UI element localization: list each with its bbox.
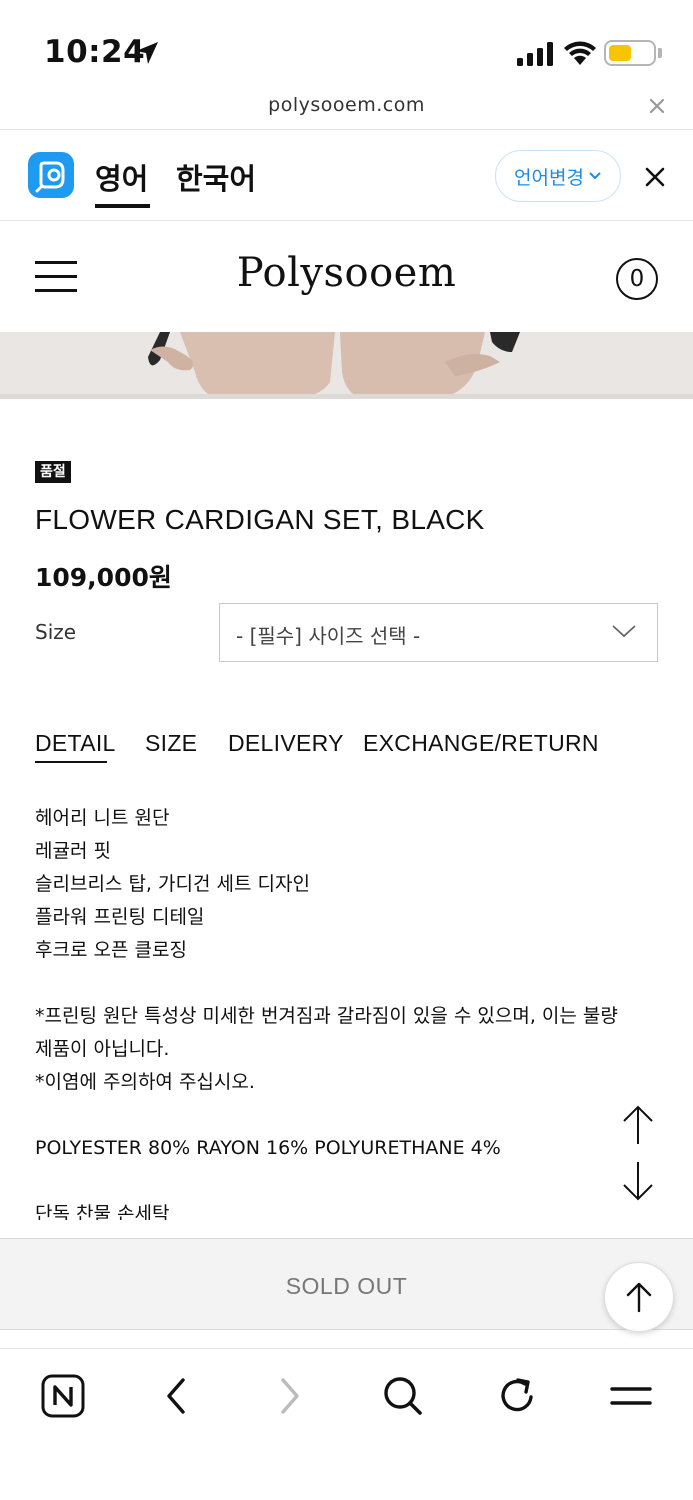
tab-detail[interactable]: DETAIL (35, 730, 116, 757)
soldout-badge: 품절 (35, 461, 71, 483)
detail-line: 레귤러 핏 (35, 840, 111, 862)
brand-logo[interactable]: Polysooem (0, 250, 693, 296)
cellular-signal-icon (517, 42, 553, 66)
tab-exchange-return[interactable]: EXCHANGE/RETURN (363, 730, 599, 757)
detail-line (35, 1099, 655, 1132)
detail-line: 슬리브리스 탑, 가디건 세트 디자인 (35, 873, 310, 895)
size-label: Size (35, 620, 77, 644)
detail-line: *프린팅 원단 특성상 미세한 번겨짐과 갈라짐이 있을 수 있으며, 이는 불… (35, 1005, 618, 1027)
wifi-icon (564, 41, 596, 65)
cart-count: 0 (629, 266, 645, 292)
product-price: 109,000원 (35, 563, 172, 592)
tab-english-underline (95, 204, 150, 208)
detail-line: 플라워 프린팅 디테일 (35, 906, 205, 928)
detail-line (35, 1165, 655, 1198)
forward-icon[interactable] (265, 1371, 315, 1421)
scroll-up-arrow-icon[interactable] (620, 1104, 656, 1146)
close-icon[interactable] (644, 166, 666, 188)
status-bar: 10:24 (0, 0, 693, 90)
translate-bar: 영어 한국어 언어변경 (0, 130, 693, 221)
search-icon[interactable] (378, 1371, 428, 1421)
naver-home-icon[interactable] (38, 1371, 88, 1421)
tab-size[interactable]: SIZE (145, 730, 197, 757)
change-language-label: 언어변경 (514, 166, 584, 189)
detail-line (35, 967, 655, 1000)
change-language-button[interactable]: 언어변경 (495, 150, 621, 202)
detail-line: *이염에 주의하여 주십시오. (35, 1071, 255, 1093)
url-bar[interactable]: polysooem.com (0, 90, 693, 130)
detail-line: 제품이 아닙니다. (35, 1038, 170, 1060)
cart-button[interactable]: 0 (616, 258, 658, 300)
browser-toolbar (0, 1348, 693, 1500)
scroll-down-arrow-icon[interactable] (620, 1160, 656, 1202)
chevron-down-icon (589, 172, 601, 180)
chevron-down-icon (612, 625, 636, 638)
battery-icon (604, 40, 656, 66)
scroll-to-top-button[interactable] (604, 1262, 674, 1332)
tab-active-indicator (35, 761, 107, 763)
menu-icon[interactable] (606, 1371, 656, 1421)
soldout-button[interactable]: SOLD OUT (0, 1238, 693, 1330)
detail-line: 헤어리 니트 원단 (35, 807, 170, 829)
detail-content: 헤어리 니트 원단 레귤러 핏 슬리브리스 탑, 가디건 세트 디자인 플라워 … (35, 802, 655, 1220)
close-icon[interactable] (647, 96, 667, 116)
detail-line: 단독 찬물 손세탁 (35, 1203, 170, 1220)
size-select-value: - [필수] 사이즈 선택 - (236, 624, 421, 648)
tab-korean[interactable]: 한국어 (176, 156, 256, 198)
detail-line: 후크로 오픈 클로징 (35, 939, 187, 961)
reload-icon[interactable] (492, 1371, 542, 1421)
arrow-up-icon (626, 1282, 652, 1313)
back-icon[interactable] (151, 1371, 201, 1421)
location-arrow-icon (136, 42, 158, 64)
url-text[interactable]: polysooem.com (0, 94, 693, 116)
tab-delivery[interactable]: DELIVERY (228, 730, 344, 757)
product-image (0, 332, 693, 399)
tab-english[interactable]: 영어 (95, 156, 148, 198)
battery-tip (658, 48, 662, 58)
detail-line: POLYESTER 80% RAYON 16% POLYURETHANE 4% (35, 1137, 501, 1159)
papago-logo-icon[interactable] (28, 152, 74, 198)
product-name: FLOWER CARDIGAN SET, BLACK (35, 504, 485, 535)
soldout-label: SOLD OUT (285, 1273, 408, 1299)
size-select[interactable]: - [필수] 사이즈 선택 - (219, 603, 658, 662)
site-header: Polysooem 0 (0, 222, 693, 332)
status-time: 10:24 (44, 34, 146, 70)
